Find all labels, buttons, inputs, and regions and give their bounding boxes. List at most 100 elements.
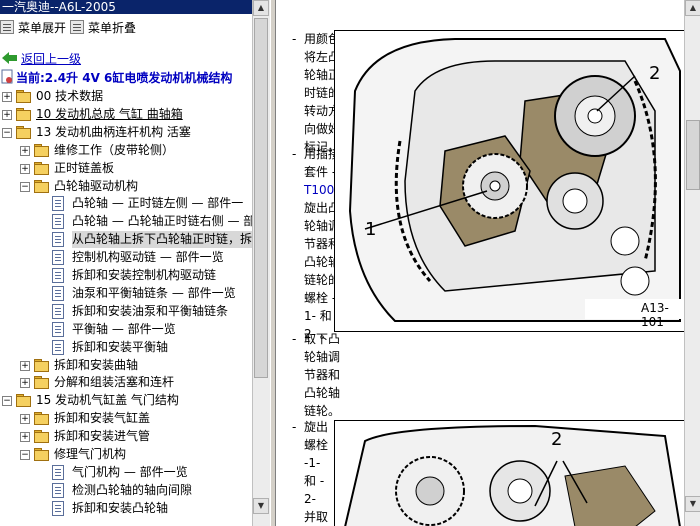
folder-icon — [34, 412, 49, 426]
back-link[interactable]: 返回上一级 — [2, 50, 81, 66]
camshaft-drawing — [335, 31, 684, 331]
callout-2-lower: 2 — [551, 429, 563, 450]
back-arrow-icon — [2, 52, 17, 64]
expand-node-icon[interactable]: + — [20, 360, 30, 371]
tree-item-label: 00 技术数据 — [36, 89, 104, 103]
tree-item-label: 拆卸和安装气缸盖 — [54, 411, 151, 426]
step-text-line: 取下凸 — [304, 332, 341, 346]
document-icon — [52, 500, 64, 516]
figure-code: A13-101 — [641, 301, 669, 329]
content-scroll-thumb[interactable] — [686, 120, 700, 190]
document-icon — [52, 250, 64, 266]
current-location: 当前:2.4升 4V 6缸电喷发动机机械结构 — [0, 68, 232, 86]
expand-icon — [0, 20, 14, 34]
expand-node-icon[interactable]: + — [20, 414, 30, 425]
tree-item-label: 拆卸和安装平衡轴 — [72, 339, 169, 354]
folder-icon — [34, 376, 49, 390]
tree-item-label: 拆卸和安装油泵和平衡轴链条 — [72, 303, 229, 318]
tree-item-label: 13 发动机曲柄连杆机构 活塞 — [36, 124, 191, 139]
document-icon — [52, 232, 64, 248]
step-bullet: - — [292, 332, 297, 346]
step-text-line: 轮轴调 — [304, 350, 341, 364]
folder-icon — [16, 394, 31, 408]
tree-toolbar: 菜单展开 菜单折叠 — [0, 16, 252, 38]
tree-item-label: 油泵和平衡轴链条 — 部件一览 — [72, 285, 236, 300]
tree-item-label: 从凸轮轴上拆下凸轮轴正时链，拆 — [72, 231, 252, 249]
scroll-up-button[interactable]: ▲ — [253, 0, 269, 16]
window-title: 一汽奥迪--A6L-2005 — [0, 0, 254, 14]
document-icon — [52, 321, 64, 337]
expand-menu-button[interactable]: 菜单展开 — [0, 18, 66, 36]
tree-item-label: 凸轮轴 — 凸轮轴正时链右侧 — 部件一 — [72, 214, 252, 229]
step-bullet: - — [292, 147, 297, 161]
tree-item-label: 维修工作（皮带轮侧） — [54, 142, 175, 157]
tree-item-label: 修理气门机构 — [54, 447, 127, 461]
collapse-node-icon[interactable]: − — [2, 396, 12, 407]
document-icon — [52, 303, 64, 319]
expand-node-icon[interactable]: + — [20, 378, 30, 389]
tree-item-label: 分解和组装活塞和连杆 — [54, 375, 175, 390]
collapse-icon — [70, 20, 84, 34]
step-text-line: 旋出 — [304, 420, 329, 434]
content-scroll-up-button[interactable]: ▲ — [685, 0, 700, 16]
folder-icon — [16, 107, 31, 121]
collapse-node-icon[interactable]: − — [20, 181, 30, 192]
tree-item-label: 拆卸和安装进气管 — [54, 429, 151, 444]
step-text-line: 节器和 — [304, 368, 341, 382]
scroll-thumb[interactable] — [254, 18, 268, 378]
tree-item-label: 凸轮轴驱动机构 — [54, 178, 139, 193]
navigation-pane: 一汽奥迪--A6L-2005 菜单展开 菜单折叠 返回上一级 当前:2.4升 4… — [0, 0, 270, 526]
step-text-line: 并取 — [304, 510, 329, 524]
folder-icon — [34, 179, 49, 193]
tree-item-label: 凸轮轴 — 正时链左侧 — 部件一 — [72, 196, 244, 211]
tree-scrollbar[interactable]: ▲ ▼ — [252, 0, 270, 526]
step-text-line: 凸轮轴 — [304, 386, 341, 400]
folder-icon — [34, 430, 49, 444]
scroll-down-button[interactable]: ▼ — [253, 498, 269, 514]
document-icon — [52, 196, 64, 212]
document-icon — [52, 268, 64, 283]
callout-2: 2 — [649, 63, 661, 84]
callout-1: 1 — [365, 219, 377, 240]
expand-node-icon[interactable]: + — [20, 432, 30, 443]
tree-item-label: 15 发动机气缸盖 气门结构 — [36, 393, 179, 408]
step-text-line: 螺栓 — [304, 438, 329, 452]
step-text-line: 螺栓 - — [304, 291, 337, 305]
document-icon — [52, 464, 64, 480]
tree-item-label: 拆卸和安装曲轴 — [54, 357, 139, 372]
folder-icon — [16, 90, 31, 103]
tree-item-label: 检测凸轮轴的轴向间隙 — [72, 482, 193, 497]
folder-icon — [34, 358, 49, 372]
step-bullet: - — [292, 32, 297, 46]
expand-node-icon[interactable]: + — [2, 109, 12, 120]
content-pane: - 用颜色 将左凸 轮轴正 时链的 转动方 向做好 标记。 - 用插接 套件 - T10035- 旋出凸… — [276, 0, 684, 526]
document-icon — [52, 214, 64, 230]
step-bullet: - — [292, 420, 297, 434]
expand-node-icon[interactable]: + — [2, 92, 12, 102]
step-text-line: 套件 - — [304, 165, 337, 179]
bolts-drawing — [344, 424, 681, 526]
tree-item-label: 气门机构 — 部件一览 — [72, 464, 188, 479]
tree-view: +00 技术数据 +10 发动机总成 气缸 曲轴箱 − 13 发动机曲柄连杆机构 活塞… — [0, 88, 252, 526]
folder-icon — [34, 448, 49, 461]
collapse-node-icon[interactable]: − — [20, 450, 30, 460]
collapse-node-icon[interactable]: − — [2, 127, 12, 138]
step-text-line: -1- — [304, 456, 321, 470]
folder-icon — [34, 161, 49, 175]
folder-icon — [34, 143, 49, 157]
folder-icon — [16, 125, 31, 139]
expand-node-icon[interactable]: + — [20, 145, 30, 156]
doc-pin-icon — [1, 69, 13, 84]
tree-item-label: 正时链盖板 — [54, 160, 115, 175]
figure-camshaft-bolts: 2 — [334, 420, 684, 526]
expand-node-icon[interactable]: + — [20, 163, 30, 174]
tree-item-label: 平衡轴 — 部件一览 — [72, 321, 176, 336]
tree-item-label: 拆卸和安装凸轮轴 — [72, 500, 169, 515]
document-icon — [52, 285, 64, 301]
content-scrollbar[interactable]: ▲ ▼ — [684, 0, 700, 526]
collapse-menu-button[interactable]: 菜单折叠 — [70, 18, 136, 36]
tree-item-label: 控制机构驱动链 — 部件一览 — [72, 250, 224, 265]
content-scroll-down-button[interactable]: ▼ — [685, 496, 700, 512]
tree-item-label: 10 发动机总成 气缸 曲轴箱 — [36, 106, 183, 121]
tree-item-label: 拆卸和安装控制机构驱动链 — [72, 268, 217, 282]
